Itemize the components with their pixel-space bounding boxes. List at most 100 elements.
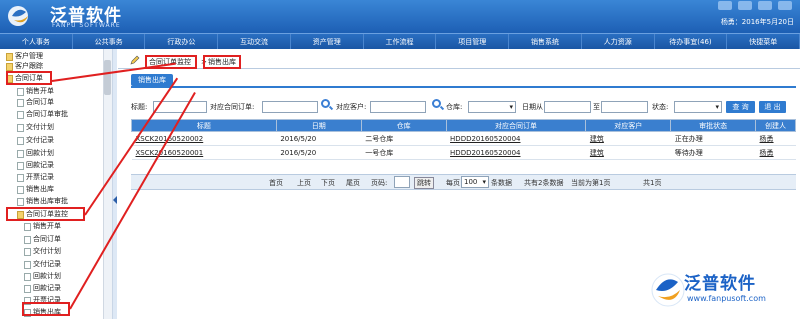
table-header-row: 标题 日期 仓库 对应合同订单 对应客户 审批状态 创建人 (131, 119, 796, 132)
sidebar-scroll-thumb[interactable] (104, 60, 111, 95)
date-from-input[interactable] (544, 101, 591, 113)
tree-item[interactable]: 合同订单 (24, 234, 61, 245)
customer-input[interactable] (370, 101, 426, 113)
status-select[interactable] (674, 101, 722, 113)
main-nav: 个人事务 公共事务 行政办公 互动交流 资产管理 工作流程 项目管理 销售系统 … (0, 33, 800, 49)
col-header[interactable]: 创建人 (755, 119, 796, 132)
nav-item[interactable]: 工作流程 (364, 34, 437, 49)
tree-item[interactable]: 回款计划 (17, 148, 54, 159)
nav-item[interactable]: 待办事宜(46) (655, 34, 728, 49)
tree-item[interactable]: 开票记录 (17, 172, 54, 183)
contract-input[interactable] (262, 101, 318, 113)
jump-button[interactable]: 跳转 (414, 177, 434, 189)
col-header[interactable]: 日期 (275, 119, 362, 132)
tree-item[interactable]: 交付记录 (24, 259, 61, 270)
document-icon (24, 222, 31, 231)
document-icon (24, 272, 31, 281)
contract-label: 对应合同订单: (210, 103, 255, 111)
nav-item[interactable]: 个人事务 (0, 34, 73, 49)
tree-item[interactable]: 销售开单 (24, 221, 61, 232)
first-page-link[interactable]: 首页 (269, 178, 283, 188)
tree-item[interactable]: 交付计划 (17, 122, 54, 133)
per-page-suffix: 条数据 (491, 179, 512, 187)
search-icon[interactable] (321, 99, 330, 108)
warehouse-select[interactable] (468, 101, 516, 113)
exit-button[interactable]: 退 出 (759, 101, 786, 113)
document-icon (24, 260, 31, 269)
cell-customer-link[interactable]: 建筑 (585, 145, 671, 160)
tree-item[interactable]: 销售开单 (17, 86, 54, 97)
nav-item[interactable]: 快捷菜单 (727, 34, 800, 49)
cell-creator[interactable]: 杨勇 (755, 145, 796, 160)
folder-icon (6, 62, 13, 71)
tree-item[interactable]: 回款记录 (24, 283, 61, 294)
document-icon (24, 235, 31, 244)
document-icon (17, 185, 24, 194)
next-page-link[interactable]: 下页 (321, 178, 335, 188)
cell-creator[interactable]: 杨勇 (755, 131, 796, 146)
nav-item[interactable]: 销售系统 (509, 34, 582, 49)
pagination-bar: 首页 上页 下页 尾页 页码: 跳转 每页 100 条数据 共有2条数据 当前为… (131, 174, 796, 190)
col-header[interactable]: 对应客户 (585, 119, 672, 132)
tree-item[interactable]: 销售出库 (17, 184, 54, 195)
col-header[interactable]: 仓库 (360, 119, 447, 132)
pencil-icon (130, 55, 140, 65)
nav-item[interactable]: 互动交流 (218, 34, 291, 49)
cell-contract-link[interactable]: HDDD20160520004 (446, 145, 586, 160)
col-header[interactable]: 标题 (131, 119, 277, 132)
total-pages: 共1页 (643, 179, 662, 187)
page-number-input[interactable] (394, 176, 410, 188)
tree-item[interactable]: 销售出库审批 (17, 196, 68, 207)
tree-item[interactable]: 回款计划 (24, 271, 61, 282)
watermark-brand: 泛普软件 (684, 274, 756, 294)
per-page-select[interactable]: 100 (461, 176, 489, 188)
sidebar-tree: 客户管理 客户跟踪 合同订单 销售开单 合同订单 合同订单审批 交付计划 交付记… (0, 49, 113, 319)
per-page-prefix: 每页 (446, 179, 460, 187)
document-icon (17, 98, 24, 107)
tree-item[interactable]: 交付计划 (24, 246, 61, 257)
nav-item[interactable]: 资产管理 (291, 34, 364, 49)
highlight-box (22, 302, 70, 316)
document-icon (17, 123, 24, 132)
mail-icon[interactable] (738, 1, 752, 10)
document-icon (17, 110, 24, 119)
highlight-box (6, 71, 52, 85)
document-icon (17, 136, 24, 145)
nav-item[interactable]: 项目管理 (436, 34, 510, 49)
home-icon[interactable] (718, 1, 732, 10)
collapse-arrow-icon[interactable] (113, 196, 117, 204)
nav-item[interactable]: 人力资源 (582, 34, 655, 49)
document-icon (17, 161, 24, 170)
sidebar-splitter[interactable] (113, 49, 117, 319)
tree-item[interactable]: 回款记录 (17, 160, 54, 171)
date-from-label: 日期从 (522, 103, 543, 111)
date-to-label: 至 (593, 103, 600, 111)
date-to-input[interactable] (601, 101, 648, 113)
tree-item[interactable]: 交付记录 (17, 135, 54, 146)
nav-item[interactable]: 行政办公 (145, 34, 219, 49)
document-icon (24, 284, 31, 293)
total-count: 共有2条数据 (524, 179, 564, 187)
cell-title-link[interactable]: XSCK20160520002 (131, 131, 277, 146)
cell-customer-link[interactable]: 建筑 (585, 131, 671, 146)
col-header[interactable]: 审批状态 (670, 119, 757, 132)
logout-icon[interactable] (778, 1, 792, 10)
col-header[interactable]: 对应合同订单 (445, 119, 587, 132)
search-icon[interactable] (432, 99, 441, 108)
cell-warehouse: 二号仓库 (361, 131, 447, 146)
last-page-link[interactable]: 尾页 (346, 178, 360, 188)
tree-item[interactable]: 合同订单 (17, 97, 54, 108)
tree-item[interactable]: 合同订单审批 (17, 109, 68, 120)
tab-sales-outbound[interactable]: 销售出库 (131, 74, 173, 86)
cell-contract-link[interactable]: HDDD20160520004 (446, 131, 586, 146)
header-icons (718, 1, 792, 10)
search-button[interactable]: 查 询 (726, 101, 755, 113)
table-row[interactable]: XSCK20160520001 2016/5/20 一号仓库 HDDD20160… (131, 145, 796, 160)
settings-icon[interactable] (758, 1, 772, 10)
warehouse-label: 仓库: (446, 103, 463, 111)
table-row[interactable]: XSCK20160520002 2016/5/20 二号仓库 HDDD20160… (131, 131, 796, 146)
prev-page-link[interactable]: 上页 (297, 178, 311, 188)
cell-title-link[interactable]: XSCK20160520001 (131, 145, 277, 160)
document-icon (17, 87, 24, 96)
nav-item[interactable]: 公共事务 (73, 34, 146, 49)
